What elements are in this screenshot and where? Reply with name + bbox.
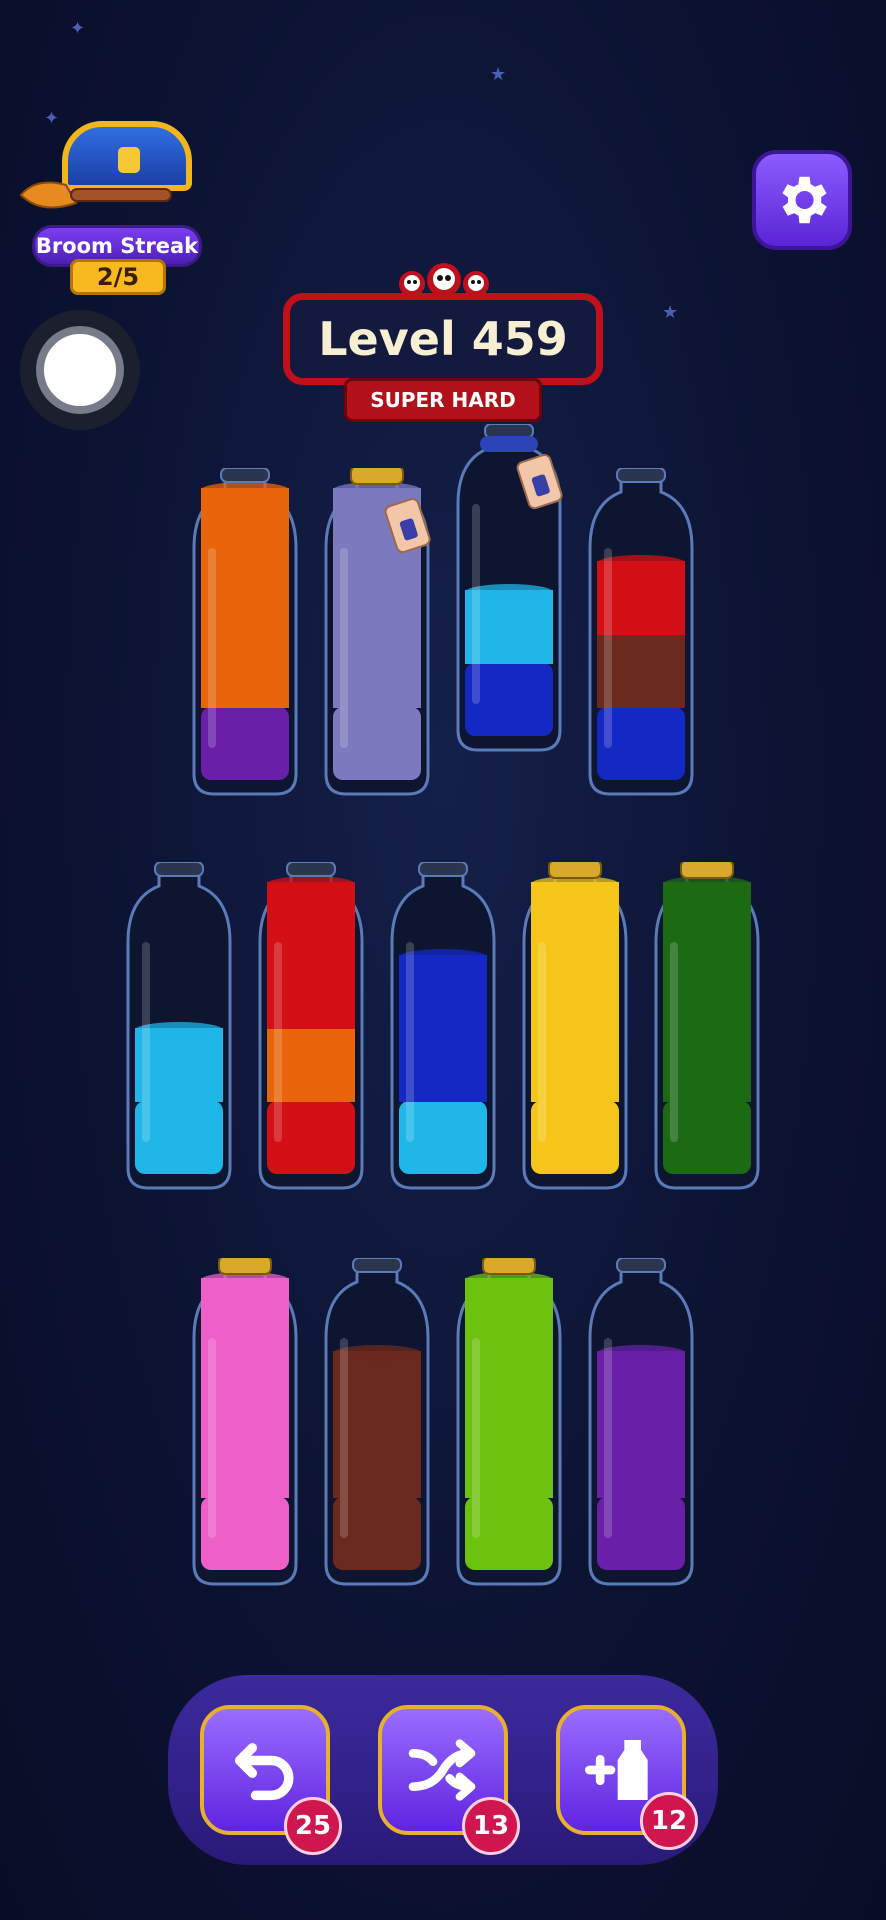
bottle-rim — [418, 862, 468, 877]
shuffle-count-badge: 13 — [462, 1797, 520, 1855]
liquid-surface — [267, 876, 355, 892]
liquid-surface — [201, 482, 289, 498]
cork-cap-icon — [350, 468, 404, 485]
bottle-4[interactable] — [586, 468, 696, 798]
glass-shine — [472, 504, 480, 704]
bottle-rim — [616, 1258, 666, 1273]
cork-cap-icon — [482, 1258, 536, 1275]
rope-icon — [480, 436, 538, 452]
streak-count: 2/5 — [70, 259, 166, 295]
glass-shine — [208, 1338, 216, 1538]
cork-cap-icon — [548, 862, 602, 879]
difficulty-label: SUPER HARD — [344, 378, 542, 422]
glass-shine — [538, 942, 546, 1142]
bottle-11[interactable] — [322, 1258, 432, 1588]
bottle-3[interactable] — [454, 424, 564, 754]
record-icon — [36, 326, 124, 414]
bottle-10[interactable] — [190, 1258, 300, 1588]
gear-icon — [782, 176, 827, 224]
glass-shine — [472, 1338, 480, 1538]
bottle-rim — [616, 468, 666, 483]
bottle-1[interactable] — [190, 468, 300, 798]
bottle-9[interactable] — [652, 862, 762, 1192]
bottle-rim — [286, 862, 336, 877]
bottle-rim — [484, 424, 534, 439]
chest-lock-icon — [118, 147, 140, 173]
undo-count-badge: 25 — [284, 1797, 342, 1855]
glass-shine — [670, 942, 678, 1142]
bottle-rim — [154, 862, 204, 877]
bottle-13[interactable] — [586, 1258, 696, 1588]
bottle-8[interactable] — [520, 862, 630, 1192]
undo-icon — [234, 1743, 294, 1801]
bottle-2[interactable] — [322, 468, 432, 798]
settings-button[interactable] — [752, 150, 852, 250]
glass-shine — [604, 548, 612, 748]
add-bottle-count-badge: 12 — [640, 1792, 698, 1850]
broom-icon — [19, 181, 172, 209]
bottle-7[interactable] — [388, 862, 498, 1192]
shuffle-icon — [408, 1739, 476, 1801]
broom-streak-widget[interactable]: Broom Streak 2/5 — [10, 115, 210, 300]
level-title: Level 459 — [283, 293, 603, 385]
bottle-5[interactable] — [124, 862, 234, 1192]
bottle-6[interactable] — [256, 862, 366, 1192]
cork-cap-icon — [680, 862, 734, 879]
star-decor: ★ — [490, 64, 507, 85]
glass-shine — [340, 1338, 348, 1538]
record-button[interactable] — [20, 310, 140, 430]
bottle-rim — [352, 1258, 402, 1273]
glass-shine — [406, 942, 414, 1142]
cork-cap-icon — [218, 1258, 272, 1275]
glass-shine — [340, 548, 348, 748]
star-decor: ★ — [662, 302, 679, 323]
glass-shine — [604, 1338, 612, 1538]
glass-shine — [274, 942, 282, 1142]
bottle-12[interactable] — [454, 1258, 564, 1588]
glass-shine — [208, 548, 216, 748]
glass-shine — [142, 942, 150, 1142]
star-decor: ✦ — [70, 18, 86, 39]
bottle-rim — [220, 468, 270, 483]
add-bottle-icon — [585, 1740, 648, 1800]
